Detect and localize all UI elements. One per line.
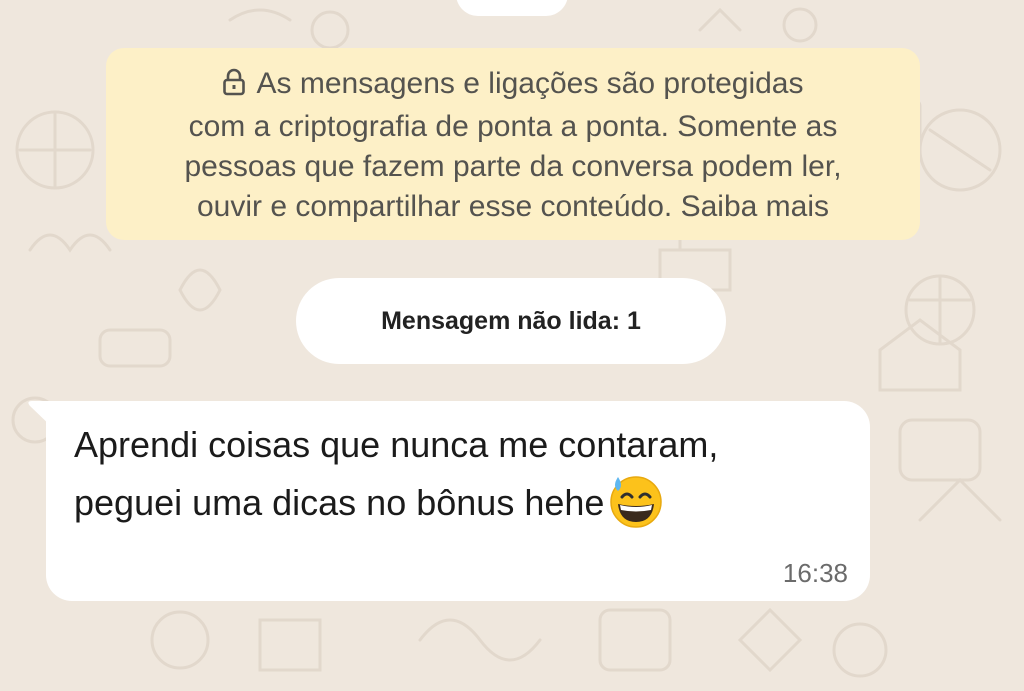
date-pill [456,0,568,16]
encryption-notice-line1: As mensagens e ligações são protegidas [256,67,804,100]
lock-icon [222,67,246,107]
message-timestamp: 16:38 [782,558,848,588]
encryption-notice-line2: com a criptografia de ponta a ponta. Som… [188,110,838,143]
message-line2-row: peguei uma dicas no bônus hehe [74,471,840,543]
message-line2: peguei uma dicas no bônus hehe [74,482,605,523]
grinning-face-with-sweat-emoji [606,471,664,543]
encryption-notice[interactable]: As mensagens e ligações são protegidas c… [106,48,920,240]
encryption-notice-line4: ouvir e compartilhar esse conteúdo. Saib… [197,190,829,223]
message-line1: Aprendi coisas que nunca me contaram, [74,424,719,465]
encryption-notice-line3: pessoas que fazem parte da conversa pode… [184,150,842,183]
incoming-message-bubble[interactable]: Aprendi coisas que nunca me contaram, pe… [46,401,870,601]
unread-messages-divider: Mensagem não lida: 1 [296,278,726,364]
